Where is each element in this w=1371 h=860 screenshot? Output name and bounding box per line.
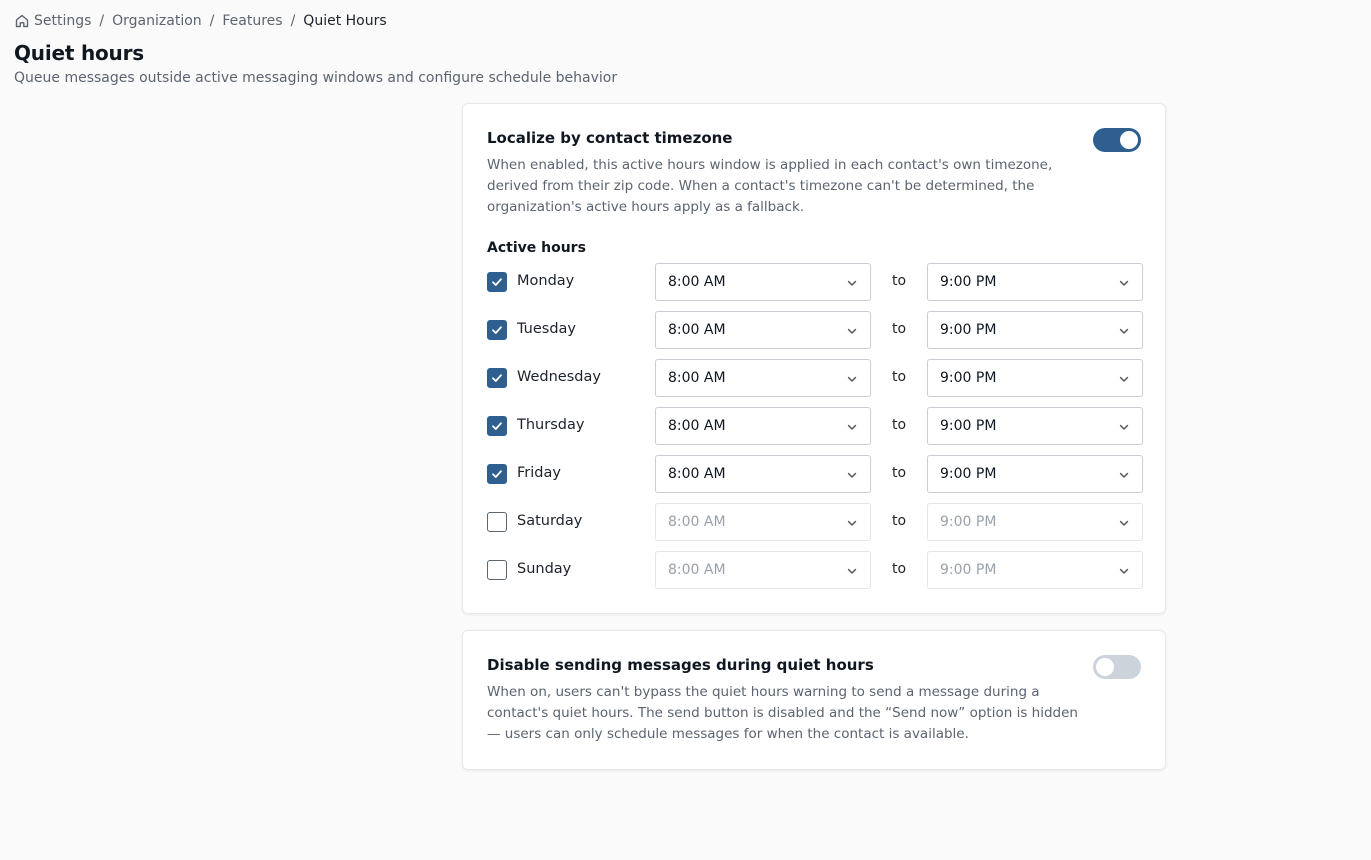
- day-row-wednesday: Wednesday 8:00 AM to 9:00 PM: [487, 359, 1143, 397]
- thursday-start-value: 8:00 AM: [668, 418, 726, 434]
- chevron-down-icon: [846, 325, 858, 337]
- breadcrumb-separator: /: [290, 13, 296, 29]
- saturday-label: Saturday: [517, 513, 583, 529]
- tuesday-checkbox[interactable]: [487, 320, 507, 340]
- wednesday-label: Wednesday: [517, 369, 601, 385]
- page-subtitle: Queue messages outside active messaging …: [14, 70, 618, 86]
- thursday-label: Thursday: [517, 417, 585, 433]
- friday-to-label: to: [892, 465, 907, 481]
- breadcrumb-separator: /: [99, 13, 105, 29]
- sunday-checkbox[interactable]: [487, 560, 507, 580]
- breadcrumb-features[interactable]: Features: [222, 13, 282, 29]
- sunday-start-value: 8:00 AM: [668, 562, 726, 578]
- breadcrumb-current: Quiet Hours: [303, 13, 387, 29]
- friday-start-select[interactable]: 8:00 AM: [655, 455, 871, 493]
- toggle-knob: [1120, 131, 1138, 149]
- monday-checkbox[interactable]: [487, 272, 507, 292]
- sunday-label: Sunday: [517, 561, 572, 577]
- disable-sending-title: Disable sending messages during quiet ho…: [487, 656, 874, 674]
- friday-label: Friday: [517, 465, 561, 481]
- breadcrumb-settings[interactable]: Settings: [34, 13, 91, 29]
- day-row-monday: Monday 8:00 AM to 9:00 PM: [487, 263, 1143, 301]
- wednesday-start-value: 8:00 AM: [668, 370, 726, 386]
- chevron-down-icon: [846, 421, 858, 433]
- active-hours-label: Active hours: [487, 240, 586, 256]
- check-icon: [490, 419, 504, 433]
- thursday-checkbox[interactable]: [487, 416, 507, 436]
- friday-end-value: 9:00 PM: [940, 466, 997, 482]
- tuesday-start-select[interactable]: 8:00 AM: [655, 311, 871, 349]
- day-row-tuesday: Tuesday 8:00 AM to 9:00 PM: [487, 311, 1143, 349]
- toggle-knob: [1096, 658, 1114, 676]
- friday-checkbox[interactable]: [487, 464, 507, 484]
- chevron-down-icon: [846, 373, 858, 385]
- tuesday-label: Tuesday: [517, 321, 576, 337]
- monday-end-select[interactable]: 9:00 PM: [927, 263, 1143, 301]
- sunday-to-label: to: [892, 561, 907, 577]
- chevron-down-icon: [1118, 325, 1130, 337]
- saturday-to-label: to: [892, 513, 907, 529]
- disable-sending-toggle[interactable]: [1093, 655, 1141, 679]
- home-icon[interactable]: [14, 13, 30, 29]
- saturday-end-select[interactable]: 9:00 PM: [927, 503, 1143, 541]
- check-icon: [490, 467, 504, 481]
- localize-timezone-description: When enabled, this active hours window i…: [487, 157, 1053, 215]
- chevron-down-icon: [846, 517, 858, 529]
- localize-timezone-card: Localize by contact timezone When enable…: [462, 103, 1166, 614]
- wednesday-end-select[interactable]: 9:00 PM: [927, 359, 1143, 397]
- page-title: Quiet hours: [14, 41, 144, 65]
- monday-start-select[interactable]: 8:00 AM: [655, 263, 871, 301]
- day-row-saturday: Saturday 8:00 AM to 9:00 PM: [487, 503, 1143, 541]
- chevron-down-icon: [1118, 421, 1130, 433]
- monday-label: Monday: [517, 273, 575, 289]
- breadcrumb: Settings / Organization / Features / Qui…: [14, 11, 387, 31]
- monday-end-value: 9:00 PM: [940, 274, 997, 290]
- friday-end-select[interactable]: 9:00 PM: [927, 455, 1143, 493]
- sunday-end-value: 9:00 PM: [940, 562, 997, 578]
- sunday-end-select[interactable]: 9:00 PM: [927, 551, 1143, 589]
- saturday-checkbox[interactable]: [487, 512, 507, 532]
- check-icon: [490, 371, 504, 385]
- chevron-down-icon: [1118, 277, 1130, 289]
- tuesday-end-select[interactable]: 9:00 PM: [927, 311, 1143, 349]
- wednesday-to-label: to: [892, 369, 907, 385]
- chevron-down-icon: [1118, 517, 1130, 529]
- thursday-to-label: to: [892, 417, 907, 433]
- check-icon: [490, 275, 504, 289]
- day-row-friday: Friday 8:00 AM to 9:00 PM: [487, 455, 1143, 493]
- breadcrumb-separator: /: [209, 13, 215, 29]
- tuesday-to-label: to: [892, 321, 907, 337]
- chevron-down-icon: [1118, 565, 1130, 577]
- tuesday-end-value: 9:00 PM: [940, 322, 997, 338]
- day-row-thursday: Thursday 8:00 AM to 9:00 PM: [487, 407, 1143, 445]
- saturday-end-value: 9:00 PM: [940, 514, 997, 530]
- localize-timezone-toggle[interactable]: [1093, 128, 1141, 152]
- chevron-down-icon: [1118, 469, 1130, 481]
- chevron-down-icon: [1118, 373, 1130, 385]
- friday-start-value: 8:00 AM: [668, 466, 726, 482]
- monday-start-value: 8:00 AM: [668, 274, 726, 290]
- check-icon: [490, 323, 504, 337]
- wednesday-checkbox[interactable]: [487, 368, 507, 388]
- thursday-end-value: 9:00 PM: [940, 418, 997, 434]
- saturday-start-select[interactable]: 8:00 AM: [655, 503, 871, 541]
- disable-sending-card: Disable sending messages during quiet ho…: [462, 630, 1166, 770]
- chevron-down-icon: [846, 277, 858, 289]
- wednesday-end-value: 9:00 PM: [940, 370, 997, 386]
- monday-to-label: to: [892, 273, 907, 289]
- thursday-start-select[interactable]: 8:00 AM: [655, 407, 871, 445]
- chevron-down-icon: [846, 469, 858, 481]
- breadcrumb-organization[interactable]: Organization: [112, 13, 202, 29]
- tuesday-start-value: 8:00 AM: [668, 322, 726, 338]
- disable-sending-description: When on, users can't bypass the quiet ho…: [487, 684, 1078, 742]
- wednesday-start-select[interactable]: 8:00 AM: [655, 359, 871, 397]
- thursday-end-select[interactable]: 9:00 PM: [927, 407, 1143, 445]
- localize-timezone-title: Localize by contact timezone: [487, 129, 733, 147]
- sunday-start-select[interactable]: 8:00 AM: [655, 551, 871, 589]
- day-row-sunday: Sunday 8:00 AM to 9:00 PM: [487, 551, 1143, 589]
- saturday-start-value: 8:00 AM: [668, 514, 726, 530]
- chevron-down-icon: [846, 565, 858, 577]
